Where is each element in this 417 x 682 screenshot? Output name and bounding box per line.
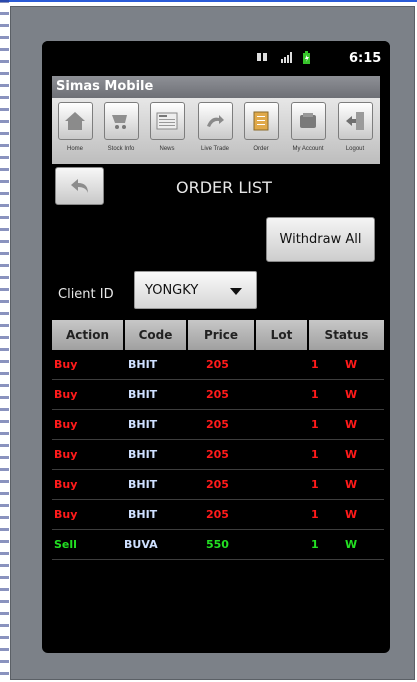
client-id-value: YONGKY xyxy=(145,283,199,298)
cell-code: BHIT xyxy=(128,448,158,461)
toolbar-live-trade-button[interactable]: Live Trade xyxy=(195,102,235,164)
column-header-price: Price xyxy=(188,320,254,350)
order-table-body: Buy BHIT 205 1 W Buy BHIT 205 1 W Buy BHIT 205 1 W Buy B… xyxy=(52,350,384,560)
cell-price: 550 xyxy=(206,538,229,551)
window-top-border xyxy=(0,0,417,2)
cell-code: BHIT xyxy=(128,358,158,371)
sim-icon xyxy=(256,51,268,67)
cell-price: 205 xyxy=(206,358,229,371)
cell-code: BHIT xyxy=(128,508,158,521)
toolbar-label: Stock Info xyxy=(107,146,135,152)
signal-icon xyxy=(280,51,294,67)
toolbar-label: Live Trade xyxy=(200,146,230,152)
toolbar-stock-info-button[interactable]: Stock Info xyxy=(101,102,141,164)
cell-action: Buy xyxy=(54,478,78,491)
cell-action: Buy xyxy=(54,418,78,431)
cell-lot: 1 xyxy=(311,388,319,401)
status-time: 6:15 xyxy=(349,51,382,66)
order-table-header: Action Code Price Lot Status xyxy=(52,320,384,350)
toolbar-logout-button[interactable]: Logout xyxy=(335,102,375,164)
cell-action: Buy xyxy=(54,508,78,521)
cell-price: 205 xyxy=(206,388,229,401)
column-header-code: Code xyxy=(125,320,186,350)
cell-status: W xyxy=(345,418,358,431)
cell-status: W xyxy=(345,478,358,491)
battery-icon xyxy=(302,51,311,69)
cell-action: Sell xyxy=(54,538,77,551)
my-account-icon xyxy=(300,113,316,128)
toolbar-home-button[interactable]: Home xyxy=(55,102,95,164)
cell-price: 205 xyxy=(206,478,229,491)
column-header-lot: Lot xyxy=(256,320,307,350)
column-header-status: Status xyxy=(309,320,384,350)
table-row[interactable]: Buy BHIT 205 1 W xyxy=(52,380,384,410)
cell-action: Buy xyxy=(54,388,78,401)
home-icon xyxy=(65,112,85,130)
toolbar-label: Logout xyxy=(345,146,365,152)
cell-status: W xyxy=(345,388,358,401)
app-title: Simas Mobile xyxy=(52,76,380,98)
cell-lot: 1 xyxy=(311,418,319,431)
cell-lot: 1 xyxy=(311,508,319,521)
back-arrow-icon xyxy=(70,179,88,193)
table-row[interactable]: Buy BHIT 205 1 W xyxy=(52,470,384,500)
left-dashed-border xyxy=(0,0,9,682)
cell-lot: 1 xyxy=(311,358,319,371)
table-row[interactable]: Buy BHIT 205 1 W xyxy=(52,410,384,440)
table-row[interactable]: Sell BUVA 550 1 W xyxy=(52,530,384,560)
column-header-action: Action xyxy=(52,320,123,350)
toolbar-my-account-button[interactable]: My Account xyxy=(288,102,328,164)
cell-lot: 1 xyxy=(311,448,319,461)
cell-action: Buy xyxy=(54,448,78,461)
cell-code: BUVA xyxy=(124,538,158,551)
table-row[interactable]: Buy BHIT 205 1 W xyxy=(52,440,384,470)
cell-price: 205 xyxy=(206,508,229,521)
toolbar-label: My Account xyxy=(292,146,324,152)
stock-info-icon xyxy=(112,115,127,129)
cell-status: W xyxy=(345,448,358,461)
cell-action: Buy xyxy=(54,358,78,371)
table-row[interactable]: Buy BHIT 205 1 W xyxy=(52,350,384,380)
toolbar-label: News xyxy=(159,146,175,152)
withdraw-all-button[interactable]: Withdraw All xyxy=(266,217,375,262)
table-row[interactable]: Buy BHIT 205 1 W xyxy=(52,500,384,530)
order-icon xyxy=(253,111,269,131)
dropdown-arrow-icon xyxy=(230,288,242,295)
logout-icon xyxy=(346,112,364,130)
phone-screen: 6:15 Simas Mobile Home Stock Info News L… xyxy=(42,41,390,653)
client-id-dropdown[interactable]: YONGKY xyxy=(134,271,257,309)
toolbar-news-button[interactable]: News xyxy=(147,102,187,164)
cell-code: BHIT xyxy=(128,478,158,491)
page-title: ORDER LIST xyxy=(176,178,272,197)
toolbar-label: Home xyxy=(66,146,83,152)
client-id-label: Client ID xyxy=(58,287,114,302)
cell-status: W xyxy=(345,358,358,371)
cell-price: 205 xyxy=(206,448,229,461)
cell-status: W xyxy=(345,538,358,551)
cell-price: 205 xyxy=(206,418,229,431)
live-trade-icon xyxy=(207,115,224,127)
toolbar-order-button[interactable]: Order xyxy=(241,102,281,164)
cell-status: W xyxy=(345,508,358,521)
cell-lot: 1 xyxy=(311,478,319,491)
back-button[interactable] xyxy=(55,167,104,205)
cell-code: BHIT xyxy=(128,388,158,401)
toolbar-label: Order xyxy=(253,146,269,152)
news-icon xyxy=(156,112,178,130)
main-toolbar: Home Stock Info News Live Trade Order My… xyxy=(52,98,380,164)
cell-code: BHIT xyxy=(128,418,158,431)
status-bar: 6:15 xyxy=(42,41,390,74)
cell-lot: 1 xyxy=(311,538,319,551)
